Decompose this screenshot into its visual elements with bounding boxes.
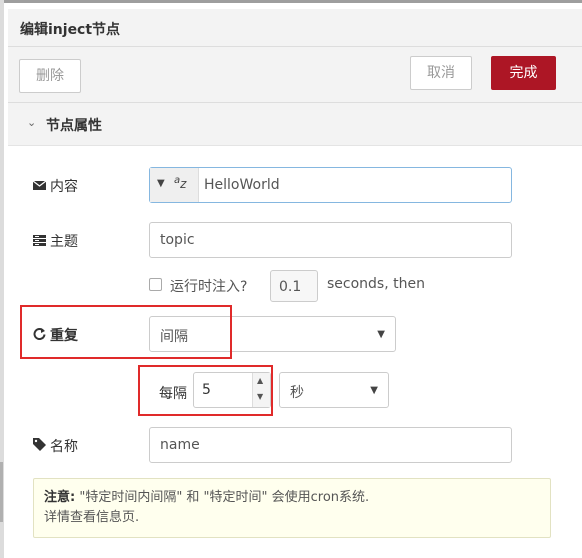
cancel-button[interactable]: 取消: [410, 56, 472, 90]
done-button[interactable]: 完成: [491, 56, 556, 90]
dropdown-arrow-icon: ▼: [370, 385, 378, 396]
inject-delay-input[interactable]: 0.1: [270, 270, 318, 302]
tasks-icon: [33, 234, 47, 250]
repeat-highlight-box: [20, 305, 232, 359]
topic-value: topic: [160, 232, 195, 248]
chevron-down-icon: ⌄: [27, 116, 37, 129]
name-label: 名称: [50, 439, 78, 455]
payload-label-row: 内容: [32, 176, 78, 196]
interval-unit-select[interactable]: 秒 ▼: [279, 372, 389, 408]
window-top-border: [0, 0, 582, 3]
topic-input[interactable]: topic: [149, 222, 512, 258]
payload-input[interactable]: ▼ az HelloWorld: [149, 167, 512, 203]
interval-unit-value: 秒: [290, 385, 304, 401]
envelope-icon: [32, 179, 47, 195]
payload-type-selector[interactable]: ▼ az: [150, 168, 199, 202]
inject-once-label: 运行时注入?: [170, 279, 248, 295]
section-title: 节点属性: [46, 118, 102, 134]
note-line1: "特定时间内间隔" 和 "特定时间" 会使用cron系统.: [75, 490, 370, 505]
dropdown-arrow-icon: ▼: [377, 329, 385, 340]
payload-value: HelloWorld: [204, 177, 280, 193]
dialog-toolbar: 删除 取消 完成: [8, 47, 582, 103]
name-input[interactable]: name: [149, 427, 512, 463]
name-label-row: 名称: [33, 436, 78, 456]
node-properties-section[interactable]: ⌄ 节点属性: [8, 103, 582, 146]
delete-button[interactable]: 删除: [19, 59, 81, 93]
topic-label-row: 主题: [33, 231, 78, 251]
payload-label: 内容: [50, 179, 78, 195]
inject-once-checkbox[interactable]: [149, 278, 162, 291]
dialog-header: 编辑inject节点: [8, 9, 582, 47]
left-scroll-indicator: [0, 462, 3, 522]
note-line2: 详情查看信息页.: [44, 510, 140, 525]
tag-icon: [33, 438, 47, 455]
name-placeholder: name: [160, 437, 200, 453]
dialog-title: 编辑inject节点: [20, 22, 121, 38]
topic-label: 主题: [50, 234, 78, 250]
az-string-icon: az: [174, 175, 187, 191]
inject-delay-value: 0.1: [279, 279, 302, 295]
caret-down-icon: ▼: [157, 178, 165, 189]
inject-delay-suffix: seconds, then: [327, 276, 425, 292]
note-bold: 注意:: [44, 490, 76, 505]
interval-highlight-box: [138, 365, 273, 416]
cron-note: 注意: "特定时间内间隔" 和 "特定时间" 会使用cron系统. 详情查看信息…: [33, 478, 551, 538]
